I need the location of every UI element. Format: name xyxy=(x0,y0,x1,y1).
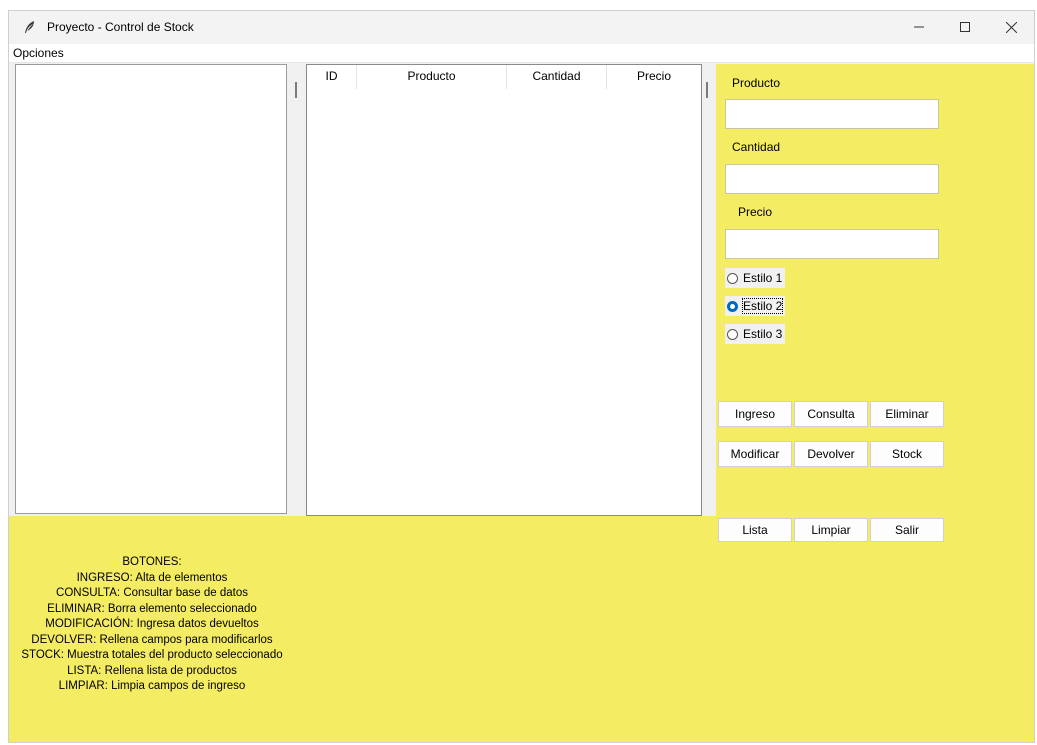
lista-button[interactable]: Lista xyxy=(718,518,792,542)
close-icon xyxy=(1005,21,1017,33)
table-header: ID Producto Cantidad Precio xyxy=(307,65,701,89)
radio-unselected-icon xyxy=(727,328,738,340)
app-window: Proyecto - Control de Stock Opciones ID … xyxy=(8,10,1035,743)
left-splitter[interactable] xyxy=(287,64,305,516)
column-header-producto[interactable]: Producto xyxy=(357,65,507,89)
menu-opciones[interactable]: Opciones xyxy=(13,46,64,60)
consulta-button[interactable]: Consulta xyxy=(794,401,868,427)
menu-bar: Opciones xyxy=(9,44,1034,63)
minimize-button[interactable] xyxy=(896,11,942,43)
help-line: MODIFICACIÓN: Ingresa datos devueltos xyxy=(45,618,259,630)
radio-selected-icon xyxy=(727,300,738,312)
form-panel: Producto Cantidad Precio Estilo 1 Estilo… xyxy=(716,64,1034,516)
column-header-cantidad[interactable]: Cantidad xyxy=(507,65,607,89)
help-line: LIMPIAR: Limpia campos de ingreso xyxy=(58,680,246,692)
maximize-icon xyxy=(960,22,970,32)
help-line: BOTONES: xyxy=(122,556,182,568)
column-header-id[interactable]: ID xyxy=(307,65,357,89)
minimize-icon xyxy=(914,26,924,28)
help-line: CONSULTA: Consultar base de datos xyxy=(56,587,248,599)
cantidad-label: Cantidad xyxy=(732,140,781,154)
left-list-panel[interactable] xyxy=(15,64,287,514)
devolver-button[interactable]: Devolver xyxy=(794,441,868,467)
help-panel: Lista Limpiar Salir BOTONES: INGRESO: Al… xyxy=(9,516,1034,742)
product-table[interactable]: ID Producto Cantidad Precio xyxy=(306,64,702,516)
help-line: ELIMINAR: Borra elemento seleccionado xyxy=(47,602,257,615)
window-title: Proyecto - Control de Stock xyxy=(47,20,194,34)
left-sash-handle[interactable] xyxy=(295,82,297,98)
precio-label: Precio xyxy=(738,205,773,219)
help-line: INGRESO: Alta de elementos xyxy=(76,571,228,584)
limpiar-button[interactable]: Limpiar xyxy=(794,518,868,542)
producto-input[interactable] xyxy=(725,99,939,129)
radio-estilo-1[interactable]: Estilo 1 xyxy=(725,268,786,288)
modificar-button[interactable]: Modificar xyxy=(718,441,792,467)
salir-button[interactable]: Salir xyxy=(870,518,944,542)
eliminar-button[interactable]: Eliminar xyxy=(870,401,944,427)
help-line: LISTA: Rellena lista de productos xyxy=(67,664,237,677)
right-splitter[interactable] xyxy=(702,64,716,516)
cantidad-input[interactable] xyxy=(725,164,939,194)
radio-estilo-3-label: Estilo 3 xyxy=(743,327,783,341)
right-sash-handle[interactable] xyxy=(706,82,708,98)
stock-button[interactable]: Stock xyxy=(870,441,944,467)
close-button[interactable] xyxy=(988,11,1034,43)
help-text: BOTONES: INGRESO: Alta de elementos CONS… xyxy=(9,555,295,695)
maximize-button[interactable] xyxy=(942,11,988,43)
help-line: STOCK: Muestra totales del producto sele… xyxy=(21,649,283,661)
radio-estilo-3[interactable]: Estilo 3 xyxy=(725,324,786,344)
radio-estilo-1-label: Estilo 1 xyxy=(743,271,783,285)
radio-unselected-icon xyxy=(727,272,738,284)
radio-estilo-2[interactable]: Estilo 2 xyxy=(725,296,786,316)
feather-icon xyxy=(25,21,34,33)
help-line: DEVOLVER: Rellena campos para modificarl… xyxy=(31,633,273,646)
column-header-precio[interactable]: Precio xyxy=(607,65,701,89)
producto-label: Producto xyxy=(732,76,781,90)
ingreso-button[interactable]: Ingreso xyxy=(718,401,792,427)
precio-input[interactable] xyxy=(725,229,939,259)
radio-estilo-2-label: Estilo 2 xyxy=(741,298,784,314)
title-bar: Proyecto - Control de Stock xyxy=(9,11,1034,43)
